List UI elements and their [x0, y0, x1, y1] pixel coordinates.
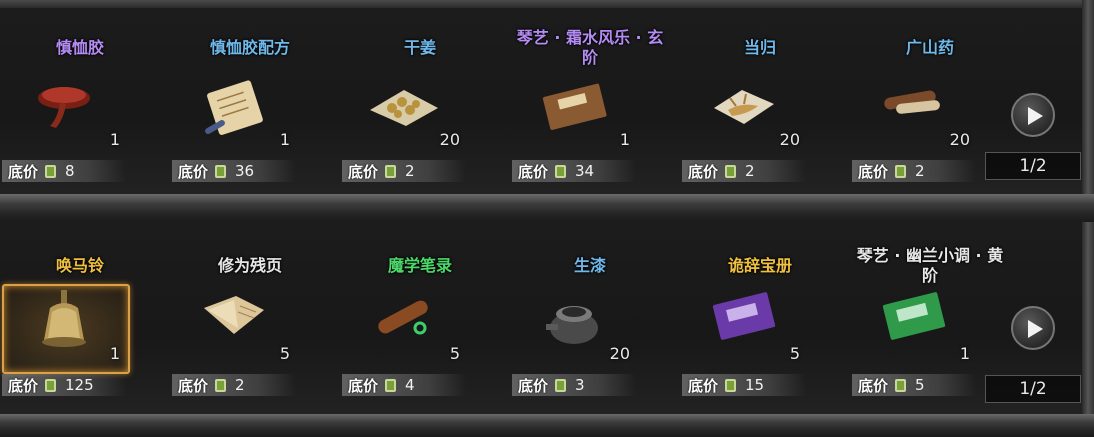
purple-book-icon: [708, 288, 780, 348]
price-value: 3: [575, 376, 585, 394]
item-slot[interactable]: 唤马铃 1 底价 125: [0, 0, 160, 396]
item-name: 生漆: [573, 256, 606, 275]
item-name: 唤马铃: [55, 256, 104, 275]
coin-icon: [38, 378, 57, 393]
item-name: 修为残页: [217, 256, 282, 275]
coin-icon: [548, 378, 567, 393]
price-bar: 底价 125: [2, 374, 126, 396]
price-value: 2: [235, 376, 245, 394]
green-book-icon: [878, 288, 950, 348]
item-quantity: 20: [609, 344, 630, 363]
price-value: 125: [65, 376, 94, 394]
bell-icon: [34, 288, 94, 356]
price-label: 底价: [858, 376, 889, 395]
item-quantity: 5: [279, 344, 290, 363]
torn-page-icon: [198, 288, 270, 346]
shelf-plank-2: [0, 414, 1094, 437]
play-arrow-icon: [1028, 107, 1043, 125]
page-indicator-row-2: 1/2: [985, 375, 1081, 403]
item-quantity: 5: [789, 344, 800, 363]
shelf-plank-1: [0, 194, 1094, 222]
item-quantity: 1: [959, 344, 970, 363]
item-slot[interactable]: 修为残页 5 底价 2: [170, 0, 330, 396]
price-bar: 底价 2: [172, 374, 296, 396]
item-slot[interactable]: 魔学笔录 5 底价 4: [340, 0, 500, 396]
price-bar: 底价 4: [342, 374, 466, 396]
play-arrow-icon: [1028, 320, 1043, 338]
lacquer-pot-icon: [542, 288, 606, 352]
coin-icon: [378, 378, 397, 393]
price-label: 底价: [688, 376, 719, 395]
price-value: 5: [915, 376, 925, 394]
price-label: 底价: [8, 376, 39, 395]
price-value: 4: [405, 376, 415, 394]
price-bar: 底价 3: [512, 374, 636, 396]
item-name: 魔学笔录: [387, 256, 452, 275]
next-page-button-row-2[interactable]: [1011, 306, 1055, 350]
item-slot[interactable]: 生漆 20 底价 3: [510, 0, 670, 396]
item-quantity: 5: [449, 344, 460, 363]
next-page-button-row-1[interactable]: [1011, 93, 1055, 137]
item-quantity: 1: [109, 344, 120, 363]
page-indicator-row-1: 1/2: [985, 152, 1081, 180]
item-name: 诡辞宝册: [727, 256, 792, 275]
price-label: 底价: [178, 376, 209, 395]
scroll-roll-icon: [368, 288, 440, 350]
coin-icon: [888, 378, 907, 393]
coin-icon: [718, 378, 737, 393]
item-name: 琴艺 · 幽兰小调 · 黄阶: [856, 246, 1004, 285]
coin-icon: [208, 378, 227, 393]
item-slot[interactable]: 诡辞宝册 5 底价 15: [680, 0, 840, 396]
price-label: 底价: [518, 376, 549, 395]
price-label: 底价: [348, 376, 379, 395]
price-bar: 底价 15: [682, 374, 806, 396]
price-value: 15: [745, 376, 765, 394]
price-bar: 底价 5: [852, 374, 976, 396]
